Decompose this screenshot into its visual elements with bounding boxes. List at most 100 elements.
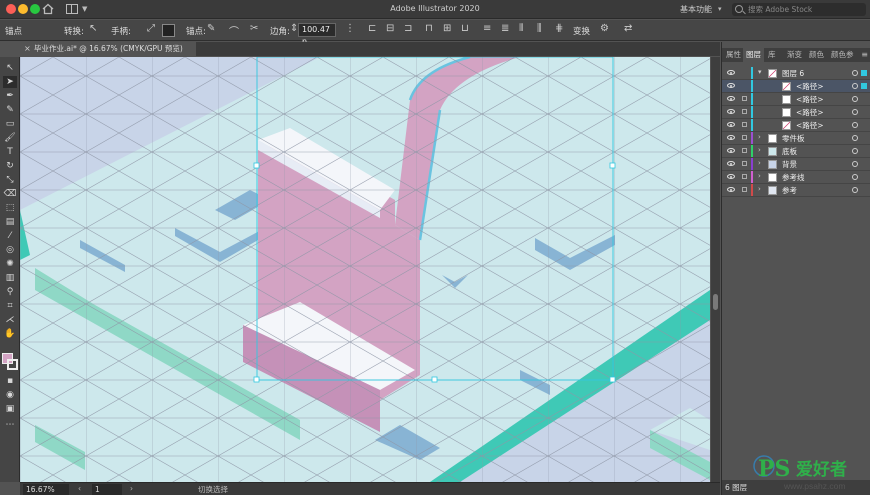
zoom-tool-icon[interactable]: ⚲ (3, 286, 17, 298)
scrollbar-thumb[interactable] (713, 294, 718, 310)
layer-name[interactable]: 底板 (782, 146, 797, 157)
stroke-color-swatch[interactable] (7, 359, 18, 370)
tab-color-guide[interactable]: 颜色参 (828, 48, 857, 62)
isolate-icon[interactable]: ⇄ (624, 23, 632, 34)
more-tools-icon[interactable]: ⋯ (3, 419, 17, 431)
lock-icon[interactable] (742, 148, 747, 153)
prev-page-icon[interactable]: ‹ (78, 484, 81, 493)
visibility-eye-icon[interactable] (727, 70, 735, 75)
stock-search-input[interactable]: 搜索 Adobe Stock (732, 3, 866, 16)
document-tab[interactable]: × 毕业作业.ai* @ 16.67% (CMYK/GPU 预览) (20, 42, 196, 56)
lock-icon[interactable] (742, 187, 747, 192)
layer-name[interactable]: 参考 (782, 185, 797, 196)
visibility-eye-icon[interactable] (727, 96, 735, 101)
connect-paths-icon[interactable]: ⌒ (229, 23, 239, 38)
sublayer-row[interactable]: <路径> (722, 80, 870, 93)
draw-mode-icon[interactable]: ◉ (3, 389, 17, 401)
layer-row[interactable]: › 参考线 (722, 171, 870, 184)
align-hcenter-icon[interactable]: ⊟ (386, 23, 394, 34)
rotate-tool-icon[interactable]: ↻ (3, 160, 17, 172)
chevron-right-icon[interactable]: › (758, 185, 761, 193)
layer-row[interactable]: › 零件板 (722, 132, 870, 145)
workspace-chevron-icon[interactable]: ▾ (718, 5, 722, 13)
target-icon[interactable] (852, 70, 858, 76)
tab-gradient[interactable]: 渐变 (784, 48, 805, 62)
convert-corner-icon[interactable]: ↖ (89, 23, 97, 34)
layer-row[interactable]: ▾ 图层 6 (722, 67, 870, 80)
lock-icon[interactable] (742, 122, 747, 127)
hand-tool-icon[interactable]: ✋ (3, 328, 17, 340)
layer-name[interactable]: 图层 6 (782, 68, 804, 79)
sublayer-row[interactable]: <路径> (722, 119, 870, 132)
chevron-right-icon[interactable]: › (758, 159, 761, 167)
target-icon[interactable] (852, 122, 858, 128)
slice-tool-icon[interactable]: ⋌ (3, 314, 17, 326)
target-icon[interactable] (852, 187, 858, 193)
scale-tool-icon[interactable]: ⤡ (3, 174, 17, 186)
layer-name[interactable]: <路径> (796, 107, 824, 118)
chevron-right-icon[interactable]: › (758, 146, 761, 154)
artboard-canvas[interactable] (20, 57, 710, 482)
symbol-sprayer-tool-icon[interactable]: ✺ (3, 258, 17, 270)
transform-options-icon[interactable]: ⚙ (600, 23, 609, 34)
visibility-eye-icon[interactable] (727, 148, 735, 153)
screen-mode-icon[interactable]: ▣ (3, 403, 17, 415)
lock-icon[interactable] (742, 135, 747, 140)
sublayer-row[interactable]: <路径> (722, 106, 870, 119)
layer-row[interactable]: › 参考 (722, 184, 870, 197)
visibility-eye-icon[interactable] (727, 135, 735, 140)
tab-libraries[interactable]: 库 (765, 48, 779, 62)
distribute-right-icon[interactable]: ⋕ (555, 23, 563, 34)
color-mode-icon[interactable]: ▪ (3, 375, 17, 387)
distribute-left-icon[interactable]: ⦀ (519, 23, 523, 34)
target-icon[interactable] (852, 109, 858, 115)
next-page-icon[interactable]: › (130, 484, 133, 493)
transform-button[interactable]: 变换 (573, 25, 590, 37)
zoom-level-field[interactable]: 16.67% (23, 484, 69, 495)
tab-color[interactable]: 颜色 (806, 48, 827, 62)
workspace-switcher[interactable]: 基本功能 (680, 4, 712, 15)
column-graph-tool-icon[interactable]: ▥ (3, 272, 17, 284)
corner-type-icon[interactable]: ⋮ (345, 23, 355, 34)
type-tool-icon[interactable]: T (3, 146, 17, 158)
target-icon[interactable] (852, 83, 858, 89)
visibility-eye-icon[interactable] (727, 109, 735, 114)
page-number-field[interactable]: 1 (92, 484, 122, 495)
align-bottom-icon[interactable]: ⊔ (461, 23, 469, 34)
corner-radius-field[interactable]: 100.47 n (298, 23, 336, 46)
lock-icon[interactable] (742, 174, 747, 179)
layer-name[interactable]: 背景 (782, 159, 797, 170)
layer-name[interactable]: 参考线 (782, 172, 805, 183)
lock-icon[interactable] (742, 109, 747, 114)
sublayer-row[interactable]: <路径> (722, 93, 870, 106)
tab-properties[interactable]: 属性 (723, 48, 744, 62)
chevron-right-icon[interactable]: › (758, 133, 761, 141)
chevron-right-icon[interactable]: › (758, 172, 761, 180)
layer-row[interactable]: › 底板 (722, 145, 870, 158)
visibility-eye-icon[interactable] (727, 161, 735, 166)
visibility-eye-icon[interactable] (727, 122, 735, 127)
selection-indicator[interactable] (861, 70, 867, 76)
gradient-tool-icon[interactable]: ▤ (3, 216, 17, 228)
target-icon[interactable] (852, 174, 858, 180)
close-icon[interactable]: × (24, 42, 31, 56)
target-icon[interactable] (852, 148, 858, 154)
visibility-eye-icon[interactable] (727, 174, 735, 179)
rectangle-tool-icon[interactable]: ▭ (3, 118, 17, 130)
artboard-tool-icon[interactable]: ⌗ (3, 300, 17, 312)
layer-name[interactable]: 零件板 (782, 133, 805, 144)
remove-anchor-icon[interactable]: ✎ (207, 23, 215, 34)
layer-name[interactable]: <路径> (796, 94, 824, 105)
target-icon[interactable] (852, 161, 858, 167)
direct-selection-tool-icon[interactable]: ➤ (3, 76, 17, 88)
panel-menu-icon[interactable]: ≡ (861, 50, 868, 59)
distribute-top-icon[interactable]: ≡ (483, 23, 491, 34)
pen-tool-icon[interactable]: ✒ (3, 90, 17, 102)
chevron-down-icon[interactable]: ▾ (758, 68, 762, 76)
vertical-scrollbar[interactable] (711, 57, 720, 482)
eraser-tool-icon[interactable]: ⌫ (3, 188, 17, 200)
tab-layers[interactable]: 图层 (743, 48, 764, 62)
layer-row[interactable]: › 背景 (722, 158, 870, 171)
lock-icon[interactable] (742, 96, 747, 101)
free-transform-tool-icon[interactable]: ⬚ (3, 202, 17, 214)
